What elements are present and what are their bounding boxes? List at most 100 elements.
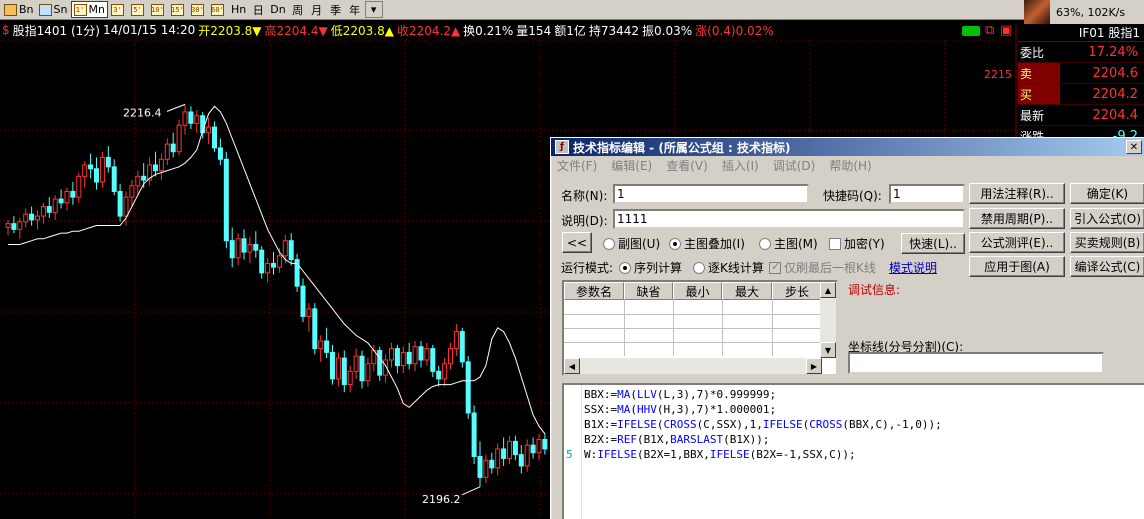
param-hscroll[interactable]: ◀ ▶	[564, 358, 822, 374]
menu-item[interactable]: 插入(I)	[722, 157, 759, 174]
import-button[interactable]: 引入公式(O)	[1070, 208, 1144, 229]
period-button-4[interactable]: 5'	[129, 1, 148, 18]
candle-body	[235, 238, 241, 259]
param-table[interactable]: 参数名 缺省 最小 最大 步长 ▲ ▼ ◀ ▶	[562, 280, 838, 376]
period-icon: 3'	[110, 3, 124, 16]
period-button-2[interactable]: 1' Mn	[70, 1, 108, 18]
menu-item[interactable]: 编辑(E)	[611, 157, 652, 174]
disable-period-button[interactable]: 禁用周期(P)..	[969, 208, 1065, 229]
candle-body	[194, 115, 200, 124]
dialog-titlebar[interactable]: ƒ 技术指标编辑 - (所属公式组 : 技术指标) ✕	[551, 138, 1144, 156]
last-bar-checkbox[interactable]	[769, 260, 781, 274]
param-header[interactable]: 最大	[722, 282, 772, 300]
period-label: Bn	[19, 3, 34, 16]
candle-body	[471, 412, 477, 458]
code-line[interactable]: BBX:=MA(LLV(L,3),7)*0.999999;	[584, 387, 776, 402]
period-button-6[interactable]: 15'	[169, 1, 188, 18]
period-button-0[interactable]: Bn	[2, 1, 36, 18]
period-button-10[interactable]: 日	[249, 1, 267, 18]
period-button-15[interactable]: 年	[346, 1, 364, 18]
apply-button[interactable]: 应用于图(A)	[969, 256, 1065, 277]
period-button-12[interactable]: 周	[289, 1, 307, 18]
code-line[interactable]: W:IFELSE(B2X=1,BBX,IFELSE(B2X=-1,SSX,C))…	[584, 447, 856, 462]
candle-body	[158, 158, 164, 172]
menu-item[interactable]: 调试(D)	[773, 157, 816, 174]
radio-overlay-dot[interactable]	[669, 237, 681, 250]
toolbar-more-icon[interactable]: ▾	[364, 1, 383, 18]
period-button-8[interactable]: 60'	[209, 1, 228, 18]
candle-body	[52, 198, 58, 213]
period-button-5[interactable]: 10'	[149, 1, 168, 18]
symbol-label: 股指1401 (1分)	[12, 23, 100, 38]
candle-body	[389, 348, 394, 361]
candle-body	[524, 444, 530, 467]
desc-input[interactable]: 1111	[613, 209, 965, 229]
window-icon[interactable]: ▣	[1000, 23, 1012, 38]
candle-body	[335, 357, 341, 380]
code-line[interactable]: B2X:=REF(B1X,BARSLAST(B1X));	[584, 432, 769, 447]
test-button[interactable]: 公式测评(E)..	[969, 232, 1065, 253]
radio-sub-dot[interactable]	[603, 237, 615, 250]
scroll-down-icon[interactable]: ▼	[820, 342, 836, 358]
code-line[interactable]: B1X:=IFELSE(CROSS(C,SSX),1,IFELSE(CROSS(…	[584, 417, 942, 432]
encrypt-checkbox[interactable]	[829, 237, 841, 250]
close-icon[interactable]: ✕	[1126, 140, 1142, 154]
ok-button[interactable]: 确定(K)	[1070, 183, 1144, 204]
period-button-13[interactable]: 月	[308, 1, 326, 18]
param-grid[interactable]	[564, 300, 822, 356]
shortcut-input[interactable]: 1	[889, 184, 965, 204]
low-label: 2196.2	[422, 493, 461, 506]
scroll-right-icon[interactable]: ▶	[806, 358, 822, 374]
back-button[interactable]: <<	[562, 232, 592, 253]
quick-button[interactable]: 快速(L)..	[901, 233, 965, 254]
axis-line-input[interactable]	[848, 352, 1104, 374]
mode-help-link[interactable]: 模式说明	[889, 259, 937, 276]
param-header[interactable]: 最小	[673, 282, 722, 300]
period-button-3[interactable]: 3'	[109, 1, 128, 18]
chart-header: $ 股指1401 (1分) 14/01/15 14:20 开2203.8▼ 高2…	[0, 21, 1015, 39]
period-button-11[interactable]: Dn	[268, 1, 287, 18]
mode-kline[interactable]: 逐K线计算	[693, 259, 764, 276]
app-root: Bn Sn 1' Mn 3' 5' 10' 15' 30' 60' Hn 日 Dn 周月季年 ▾ 63%, …	[0, 0, 1144, 519]
param-vscroll[interactable]: ▲ ▼	[820, 282, 836, 358]
quote-key: 卖	[1018, 63, 1060, 83]
period-button-9[interactable]: Hn	[229, 1, 248, 18]
param-header[interactable]: 步长	[772, 282, 822, 300]
mode-sequence-dot[interactable]	[619, 261, 631, 274]
radio-sub[interactable]: 副图(U)	[603, 235, 660, 252]
period-button-1[interactable]: Sn	[37, 1, 70, 18]
compile-button[interactable]: 编译公式(C)	[1070, 256, 1144, 277]
candle-body	[347, 370, 353, 386]
candle-body	[23, 213, 29, 223]
candle-body	[288, 240, 294, 261]
scroll-left-icon[interactable]: ◀	[564, 358, 580, 374]
last-bar-check[interactable]: 仅刷最后一根K线	[769, 259, 876, 276]
rules-button[interactable]: 买卖规则(B)	[1070, 232, 1144, 253]
candle-body	[11, 223, 17, 230]
period-button-14[interactable]: 季	[327, 1, 345, 18]
connection-icon[interactable]	[962, 26, 980, 36]
datetime-label: 14/01/15 14:20	[103, 23, 196, 37]
param-header[interactable]: 缺省	[624, 282, 673, 300]
name-input[interactable]: 1	[613, 184, 809, 204]
radio-main[interactable]: 主图(M)	[759, 235, 818, 252]
param-header[interactable]: 参数名	[564, 282, 624, 300]
mode-sequence[interactable]: 序列计算	[619, 259, 682, 276]
period-button-7[interactable]: 30'	[189, 1, 208, 18]
code-line[interactable]: SSX:=MA(HHV(H,3),7)*1.000001;	[584, 402, 776, 417]
encrypt-check[interactable]: 加密(Y)	[829, 235, 885, 252]
restore-icon[interactable]: ⧉	[985, 23, 994, 38]
network-status: 63%, 102K/s	[1024, 0, 1144, 24]
radio-main-dot[interactable]	[759, 237, 771, 250]
mode-kline-dot[interactable]	[693, 261, 705, 274]
volume-label: 量154	[516, 23, 552, 38]
menu-item[interactable]: 查看(V)	[666, 157, 708, 174]
usage-button[interactable]: 用法注释(R)..	[969, 183, 1065, 204]
menu-item[interactable]: 帮助(H)	[829, 157, 871, 174]
scroll-up-icon[interactable]: ▲	[820, 282, 836, 298]
formula-editor[interactable]: BBX:=MA(LLV(L,3),7)*0.999999; SSX:=MA(HHV…	[562, 383, 1144, 519]
candle-body	[117, 190, 123, 217]
radio-overlay[interactable]: 主图叠加(I)	[669, 235, 745, 252]
dialog-menubar: 文件(F) 编辑(E) 查看(V) 插入(I) 调试(D) 帮助(H)	[551, 156, 1144, 175]
menu-item[interactable]: 文件(F)	[557, 157, 597, 174]
